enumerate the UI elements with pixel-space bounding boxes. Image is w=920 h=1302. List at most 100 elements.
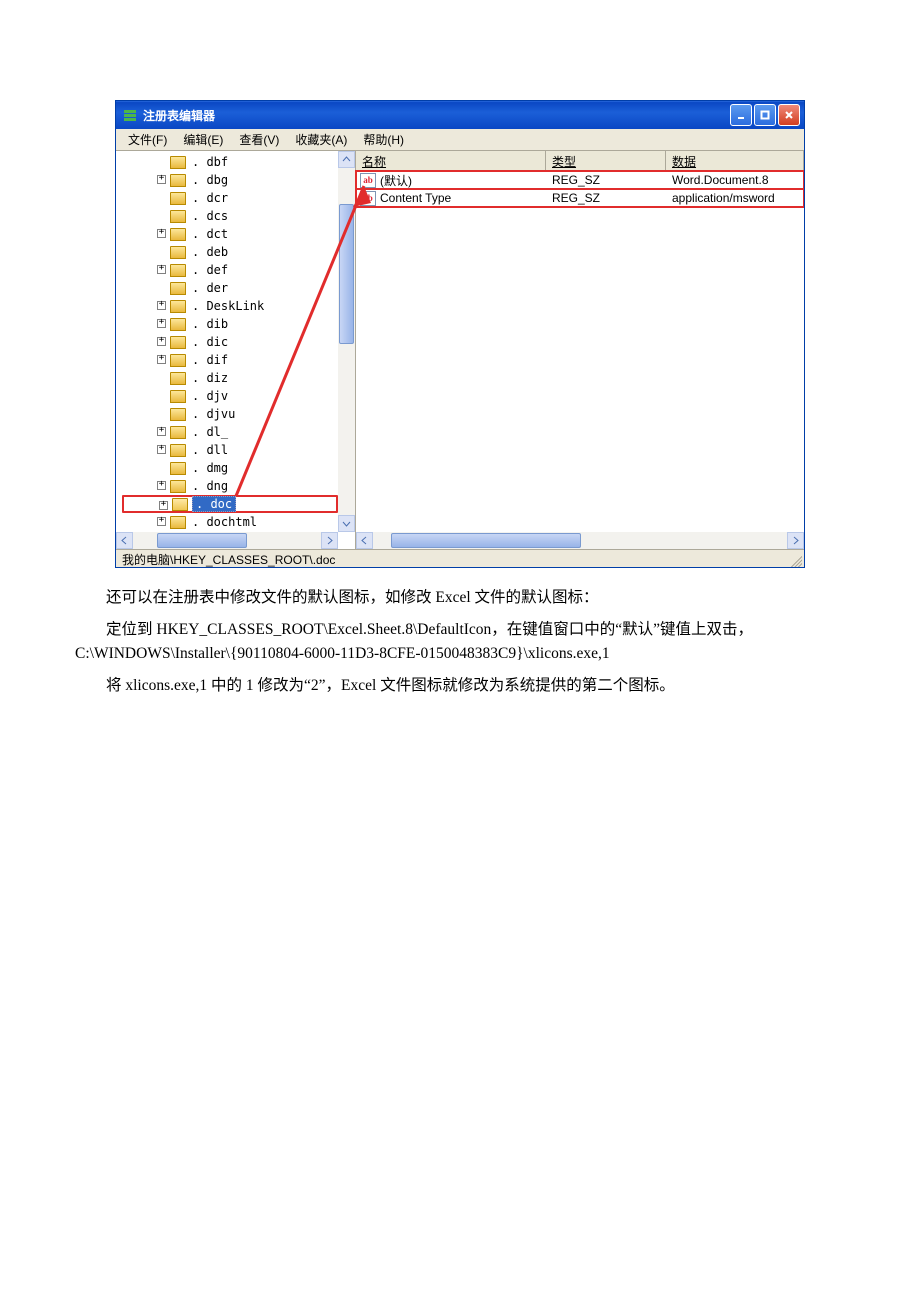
- value-type: REG_SZ: [546, 173, 666, 187]
- col-name[interactable]: 名称: [356, 151, 546, 170]
- menu-file[interactable]: 文件(F): [120, 129, 175, 150]
- folder-icon: [170, 300, 186, 313]
- tree-node-label[interactable]: . djvu: [190, 407, 237, 421]
- close-button[interactable]: [778, 104, 800, 126]
- tree-node[interactable]: . dmg: [122, 459, 338, 477]
- folder-icon: [170, 408, 186, 421]
- tree-node[interactable]: . dic: [122, 333, 338, 351]
- expand-icon[interactable]: [157, 355, 166, 364]
- expand-icon[interactable]: [157, 445, 166, 454]
- registry-editor-window: 注册表编辑器 文件(F) 编辑(E) 查看(V) 收藏夹(A) 帮助(H) . …: [115, 100, 805, 568]
- expand-icon[interactable]: [157, 427, 166, 436]
- scroll-down-icon[interactable]: [338, 515, 355, 532]
- folder-icon: [170, 210, 186, 223]
- scroll-right-icon[interactable]: [321, 532, 338, 549]
- value-row[interactable]: ab(默认)REG_SZWord.Document.8: [356, 171, 804, 189]
- expand-icon[interactable]: [157, 301, 166, 310]
- tree-node[interactable]: . dbg: [122, 171, 338, 189]
- value-name: (默认): [380, 172, 412, 189]
- values-hscrollbar[interactable]: [356, 532, 804, 549]
- tree-node-label[interactable]: . doc: [192, 496, 236, 512]
- value-data: application/msword: [666, 191, 804, 205]
- values-hthumb[interactable]: [391, 533, 581, 548]
- tree-node-label[interactable]: . dbf: [190, 155, 230, 169]
- tree-node-label[interactable]: . deb: [190, 245, 230, 259]
- tree-node-label[interactable]: . djv: [190, 389, 230, 403]
- tree-node-label[interactable]: . dcs: [190, 209, 230, 223]
- expand-icon[interactable]: [159, 501, 168, 510]
- menu-favorites[interactable]: 收藏夹(A): [287, 129, 355, 150]
- tree-node-label[interactable]: . dmg: [190, 461, 230, 475]
- tree-node[interactable]: . doc: [122, 495, 338, 513]
- values-header[interactable]: 名称 类型 数据: [356, 151, 804, 171]
- expand-icon[interactable]: [157, 265, 166, 274]
- tree-node-label[interactable]: . dif: [190, 353, 230, 367]
- tree-node-label[interactable]: . dbg: [190, 173, 230, 187]
- value-data: Word.Document.8: [666, 173, 804, 187]
- scroll-left-icon[interactable]: [116, 532, 133, 549]
- folder-icon: [170, 318, 186, 331]
- tree-node[interactable]: . dcr: [122, 189, 338, 207]
- expand-icon[interactable]: [157, 517, 166, 526]
- scroll-up-icon[interactable]: [338, 151, 355, 168]
- tree-node[interactable]: . dochtml: [122, 513, 338, 531]
- tree-node-label[interactable]: . dochtml: [190, 515, 259, 529]
- tree-node[interactable]: . dif: [122, 351, 338, 369]
- menu-edit[interactable]: 编辑(E): [175, 129, 231, 150]
- expand-icon[interactable]: [157, 319, 166, 328]
- folder-icon: [170, 390, 186, 403]
- tree-node[interactable]: . der: [122, 279, 338, 297]
- tree-hscrollbar[interactable]: [116, 532, 338, 549]
- col-type[interactable]: 类型: [546, 151, 666, 170]
- expand-icon[interactable]: [157, 337, 166, 346]
- tree-hthumb[interactable]: [157, 533, 247, 548]
- titlebar[interactable]: 注册表编辑器: [116, 101, 804, 129]
- folder-icon: [170, 282, 186, 295]
- tree-node[interactable]: . dcs: [122, 207, 338, 225]
- tree-node-label[interactable]: . dib: [190, 317, 230, 331]
- tree-node[interactable]: . dib: [122, 315, 338, 333]
- tree-node[interactable]: . dl_: [122, 423, 338, 441]
- tree-node[interactable]: . dng: [122, 477, 338, 495]
- scroll-right-icon[interactable]: [787, 532, 804, 549]
- tree-node-label[interactable]: . der: [190, 281, 230, 295]
- folder-icon: [170, 480, 186, 493]
- tree-node-label[interactable]: . def: [190, 263, 230, 277]
- expand-icon[interactable]: [157, 229, 166, 238]
- tree-node-label[interactable]: . dcr: [190, 191, 230, 205]
- expand-icon[interactable]: [157, 175, 166, 184]
- tree-node[interactable]: . DeskLink: [122, 297, 338, 315]
- tree-vthumb[interactable]: [339, 204, 354, 344]
- tree-node[interactable]: . def: [122, 261, 338, 279]
- minimize-button[interactable]: [730, 104, 752, 126]
- tree-vscrollbar[interactable]: [338, 151, 355, 532]
- maximize-button[interactable]: [754, 104, 776, 126]
- tree-node-label[interactable]: . dng: [190, 479, 230, 493]
- folder-icon: [170, 354, 186, 367]
- folder-icon: [170, 336, 186, 349]
- value-row[interactable]: abContent TypeREG_SZapplication/msword: [356, 189, 804, 207]
- resize-grip-icon[interactable]: [788, 553, 802, 567]
- col-data[interactable]: 数据: [666, 151, 804, 170]
- expand-icon[interactable]: [157, 481, 166, 490]
- values-pane[interactable]: 名称 类型 数据 ab(默认)REG_SZWord.Document.8abCo…: [356, 151, 804, 549]
- tree-node[interactable]: . djvu: [122, 405, 338, 423]
- tree-node[interactable]: . deb: [122, 243, 338, 261]
- tree-node-label[interactable]: . dll: [190, 443, 230, 457]
- tree-node-label[interactable]: . dic: [190, 335, 230, 349]
- tree-node[interactable]: . diz: [122, 369, 338, 387]
- folder-icon: [170, 156, 186, 169]
- tree-pane[interactable]: . dbf . dbg . dcr . dcs . dct . deb . def . der…: [116, 151, 356, 549]
- tree-node-label[interactable]: . dl_: [190, 425, 230, 439]
- tree-node-label[interactable]: . dct: [190, 227, 230, 241]
- tree-node[interactable]: . dll: [122, 441, 338, 459]
- menu-view[interactable]: 查看(V): [231, 129, 287, 150]
- menu-help[interactable]: 帮助(H): [355, 129, 412, 150]
- tree-node[interactable]: . dbf: [122, 153, 338, 171]
- scroll-left-icon[interactable]: [356, 532, 373, 549]
- tree-node-label[interactable]: . DeskLink: [190, 299, 266, 313]
- folder-icon: [170, 462, 186, 475]
- tree-node[interactable]: . dct: [122, 225, 338, 243]
- tree-node[interactable]: . djv: [122, 387, 338, 405]
- tree-node-label[interactable]: . diz: [190, 371, 230, 385]
